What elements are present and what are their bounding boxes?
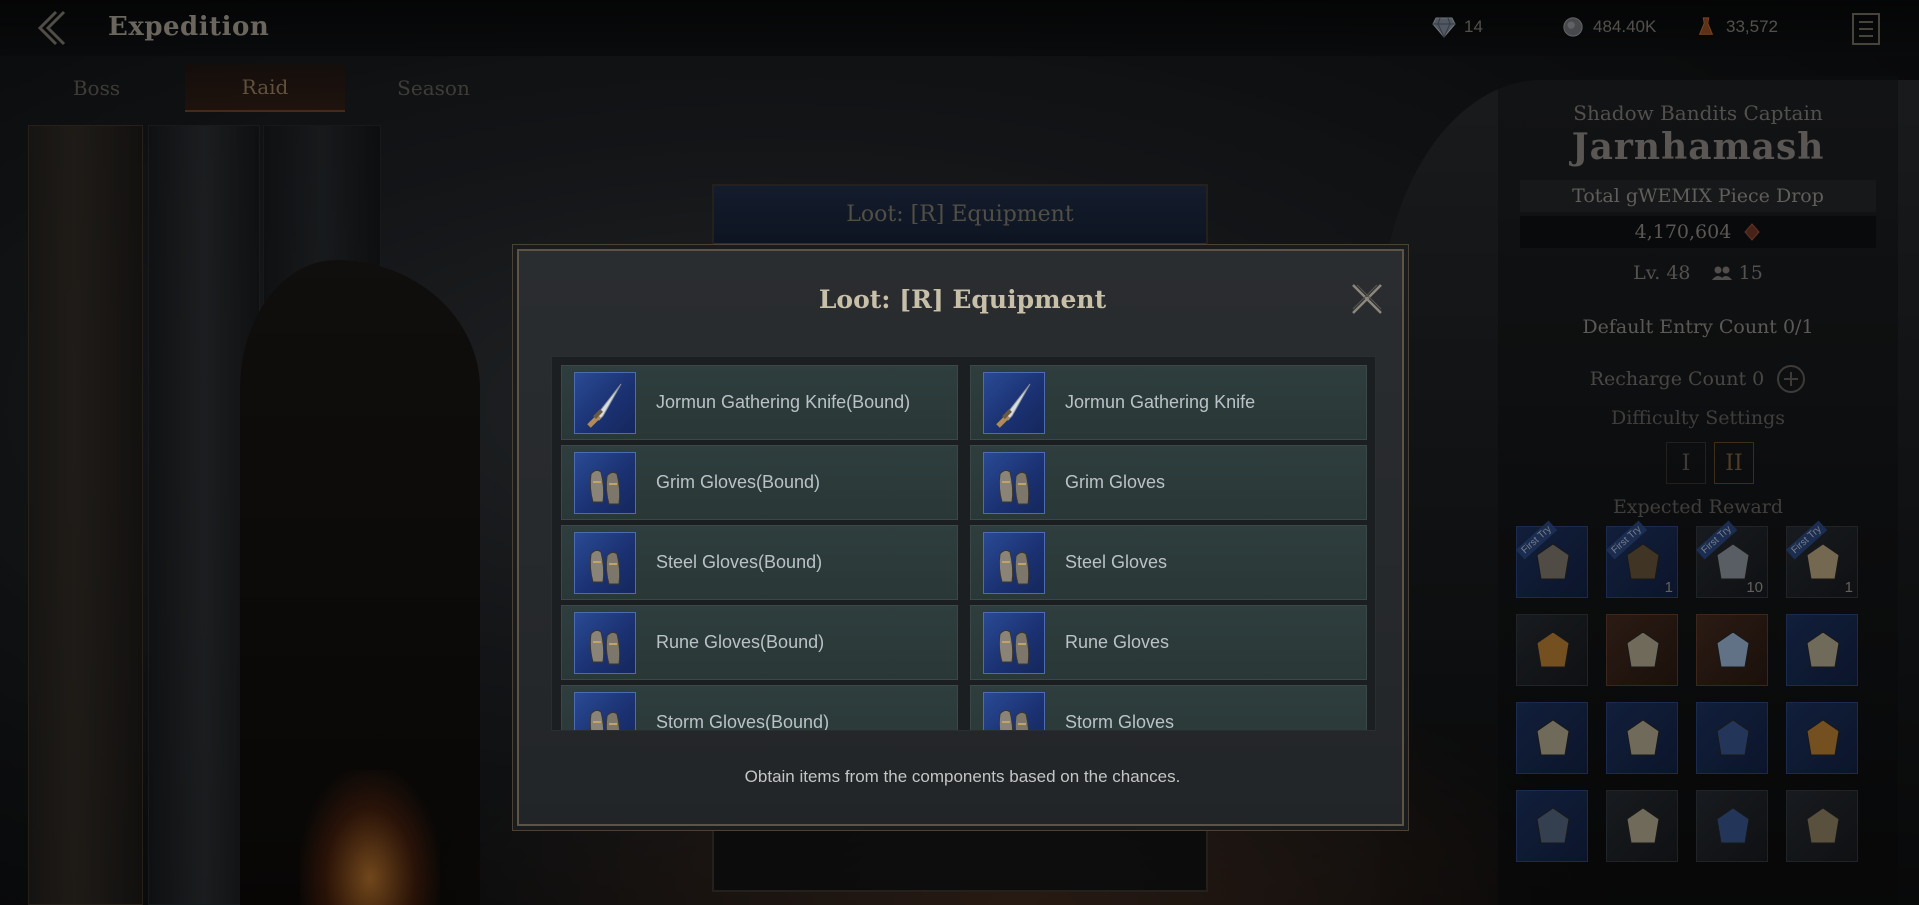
knife-icon: [574, 371, 636, 434]
loot-item[interactable]: Storm Gloves(Bound): [561, 685, 958, 731]
loot-item[interactable]: Steel Gloves(Bound): [561, 525, 958, 600]
loot-item-name: Steel Gloves(Bound): [656, 552, 823, 572]
loot-item[interactable]: Storm Gloves: [970, 685, 1367, 731]
loot-item-name: Steel Gloves: [1065, 552, 1168, 572]
loot-item[interactable]: Grim Gloves(Bound): [561, 445, 958, 520]
loot-item[interactable]: Jormun Gathering Knife(Bound): [561, 365, 958, 440]
loot-item-name: Storm Gloves(Bound): [656, 712, 830, 731]
loot-item-list-container[interactable]: Jormun Gathering Knife(Bound) Jormun Gath…: [551, 356, 1376, 731]
close-button[interactable]: [1349, 281, 1385, 317]
gloves-icon: [574, 451, 636, 514]
loot-modal: Loot: [R] Equipment Jormun Gathering Kni…: [517, 249, 1404, 826]
gloves-icon: [574, 691, 636, 730]
loot-item[interactable]: Rune Gloves(Bound): [561, 605, 958, 680]
loot-item-name: Jormun Gathering Knife: [1065, 392, 1256, 412]
knife-icon: [983, 371, 1045, 434]
loot-item[interactable]: Jormun Gathering Knife: [970, 365, 1367, 440]
modal-footer-text: Obtain items from the components based o…: [744, 767, 1181, 786]
loot-item-name: Rune Gloves: [1065, 632, 1170, 652]
gloves-icon: [983, 451, 1045, 514]
close-icon: [1352, 284, 1382, 314]
loot-item-name: Jormun Gathering Knife(Bound): [656, 392, 911, 412]
loot-item-name: Storm Gloves: [1065, 712, 1175, 731]
gloves-icon: [983, 611, 1045, 674]
gloves-icon: [983, 531, 1045, 594]
gloves-icon: [574, 611, 636, 674]
loot-item-list: Jormun Gathering Knife(Bound) Jormun Gath…: [552, 357, 1375, 731]
loot-item[interactable]: Rune Gloves: [970, 605, 1367, 680]
loot-item-name: Rune Gloves(Bound): [656, 632, 825, 652]
gloves-icon: [574, 531, 636, 594]
modal-title: Loot: [R] Equipment: [818, 285, 1107, 314]
gloves-icon: [983, 691, 1045, 730]
loot-item[interactable]: Steel Gloves: [970, 525, 1367, 600]
loot-item-name: Grim Gloves(Bound): [656, 472, 821, 492]
loot-item[interactable]: Grim Gloves: [970, 445, 1367, 520]
loot-item-name: Grim Gloves: [1065, 472, 1166, 492]
